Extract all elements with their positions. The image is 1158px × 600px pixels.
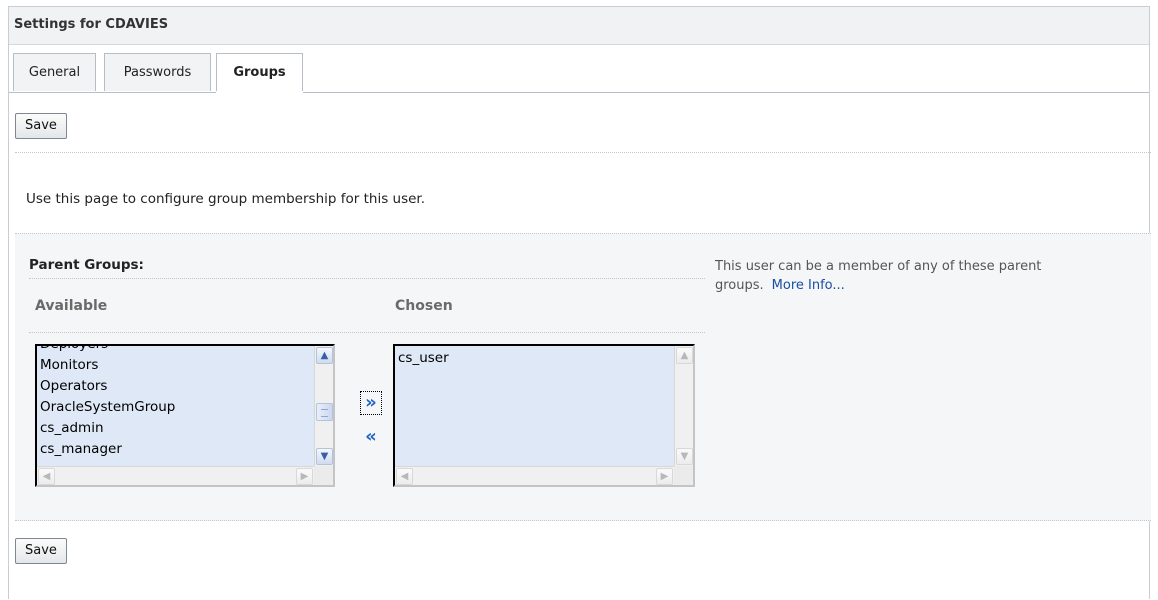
horizontal-scrollbar[interactable]: ◀ ▶ xyxy=(37,466,314,485)
available-listbox[interactable]: Deployers Monitors Operators OracleSyste… xyxy=(35,344,335,487)
page-title: Settings for CDAVIES xyxy=(14,17,169,32)
available-label: Available xyxy=(35,298,108,314)
scroll-right-icon[interactable]: ▶ xyxy=(296,468,313,485)
settings-frame: Settings for CDAVIES General Passwords G… xyxy=(8,6,1151,599)
list-item[interactable]: cs_user xyxy=(398,348,673,369)
more-info-link[interactable]: More Info... xyxy=(772,278,845,293)
horizontal-scrollbar[interactable]: ◀ ▶ xyxy=(395,466,674,485)
parent-groups-label: Parent Groups: xyxy=(29,257,144,273)
save-button-bottom[interactable]: Save xyxy=(15,538,67,564)
scroll-down-icon[interactable]: ▼ xyxy=(676,448,693,465)
scroll-thumb[interactable] xyxy=(316,403,333,421)
title-bar: Settings for CDAVIES xyxy=(9,7,1149,45)
parent-groups-panel: Parent Groups: Available Chosen Deployer… xyxy=(15,233,1151,521)
scroll-left-icon[interactable]: ◀ xyxy=(38,468,55,485)
list-item[interactable]: cs_admin xyxy=(40,418,313,439)
chosen-list: cs_user xyxy=(398,348,673,369)
page-instructions: Use this page to configure group members… xyxy=(26,191,426,207)
scroll-left-icon[interactable]: ◀ xyxy=(396,468,413,485)
scroll-down-icon[interactable]: ▼ xyxy=(316,448,333,465)
tab-general[interactable]: General xyxy=(13,53,96,91)
list-item[interactable]: cs_manager xyxy=(40,439,313,460)
chosen-listbox[interactable]: cs_user ▲ ▼ ◀ ▶ xyxy=(393,344,695,487)
tab-divider xyxy=(9,92,1149,93)
scroll-up-icon[interactable]: ▲ xyxy=(676,347,693,364)
list-item[interactable]: Operators xyxy=(40,376,313,397)
divider xyxy=(15,152,1151,153)
help-description: This user can be a member of any of thes… xyxy=(715,259,1042,293)
move-left-icon[interactable]: « xyxy=(361,426,381,448)
vertical-scrollbar[interactable]: ▲ ▼ xyxy=(314,346,333,466)
divider xyxy=(29,332,705,333)
scroll-up-icon[interactable]: ▲ xyxy=(316,347,333,364)
help-text: This user can be a member of any of thes… xyxy=(715,257,1115,295)
list-item[interactable]: Deployers xyxy=(40,346,313,355)
available-list: Deployers Monitors Operators OracleSyste… xyxy=(40,346,313,460)
list-item[interactable]: OracleSystemGroup xyxy=(40,397,313,418)
tab-passwords[interactable]: Passwords xyxy=(104,53,211,91)
move-right-icon[interactable]: » xyxy=(360,391,382,415)
scroll-right-icon[interactable]: ▶ xyxy=(656,468,673,485)
save-button-top[interactable]: Save xyxy=(15,113,67,139)
tab-groups[interactable]: Groups xyxy=(216,53,303,93)
divider xyxy=(29,278,705,279)
chosen-label: Chosen xyxy=(395,298,453,314)
list-item[interactable]: Monitors xyxy=(40,355,313,376)
vertical-scrollbar[interactable]: ▲ ▼ xyxy=(674,346,693,466)
